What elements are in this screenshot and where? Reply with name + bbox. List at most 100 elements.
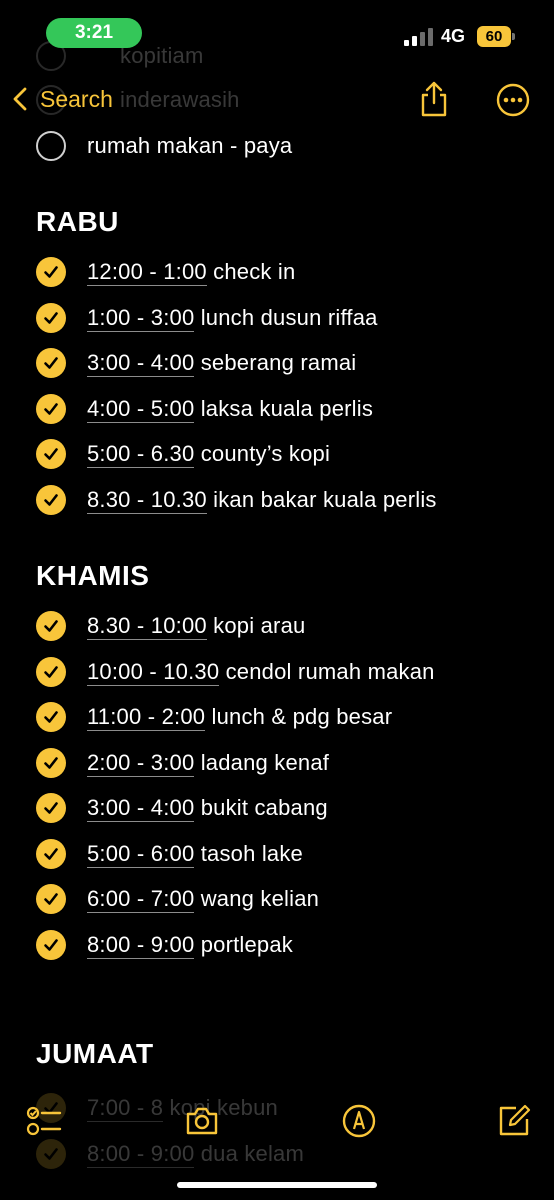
status-bar: 3:21 4G 60 bbox=[0, 0, 554, 64]
list-item[interactable]: 4:00 - 5:00 laksa kuala perlis bbox=[0, 389, 554, 429]
item-description: ladang kenaf bbox=[200, 749, 330, 775]
time-range: 2:00 - 3:00 bbox=[87, 749, 195, 777]
item-text: 11:00 - 2:00 lunch & pdg besar bbox=[87, 704, 392, 731]
item-description: cendol rumah makan bbox=[225, 658, 435, 684]
item-text: 8.30 - 10.30 ikan bakar kuala perlis bbox=[87, 486, 437, 514]
time-range: 4:00 - 5:00 bbox=[87, 395, 195, 423]
time-range: 5:00 - 6.30 bbox=[87, 441, 195, 468]
time-range: 7:00 - 8 bbox=[87, 1095, 164, 1122]
back-button[interactable]: Search bbox=[10, 82, 113, 116]
list-item[interactable]: 8.30 - 10.30 ikan bakar kuala perlis bbox=[0, 480, 554, 520]
checklist-icon[interactable] bbox=[26, 1103, 62, 1139]
time-range: 8.30 - 10:00 bbox=[87, 613, 207, 640]
item-description: wang kelian bbox=[200, 886, 320, 911]
checkbox[interactable] bbox=[36, 838, 66, 869]
checkbox[interactable] bbox=[36, 702, 66, 732]
item-description: bukit cabang bbox=[200, 795, 328, 820]
checkmark-icon bbox=[44, 893, 58, 905]
item-description: ikan bakar kuala perlis bbox=[213, 486, 437, 512]
item-text: 5:00 - 6:00 tasoh lake bbox=[87, 840, 303, 868]
home-indicator[interactable] bbox=[177, 1182, 377, 1188]
time-range: 10:00 - 10.30 bbox=[87, 658, 220, 686]
item-text: 8:00 - 9:00 portlepak bbox=[87, 931, 294, 959]
list-item[interactable]: 8:00 - 9:00 portlepak bbox=[0, 925, 554, 965]
checkbox[interactable] bbox=[36, 747, 66, 778]
section-heading: RABU bbox=[36, 206, 119, 237]
item-description: check in bbox=[213, 259, 296, 284]
compose-icon[interactable] bbox=[496, 1103, 532, 1139]
list-item[interactable]: 3:00 - 4:00 seberang ramai bbox=[0, 343, 554, 383]
checkbox[interactable] bbox=[36, 929, 66, 960]
list-item[interactable]: 3:00 - 4:00 bukit cabang bbox=[0, 788, 554, 828]
list-item[interactable]: 5:00 - 6.30 county’s kopi bbox=[0, 434, 554, 474]
time-range: 12:00 - 1:00 bbox=[87, 259, 207, 286]
checkmark-icon bbox=[44, 266, 58, 278]
checkbox[interactable] bbox=[36, 484, 66, 515]
section-heading: KHAMIS bbox=[36, 560, 150, 591]
share-icon[interactable] bbox=[418, 80, 450, 118]
checkmark-icon bbox=[44, 665, 58, 678]
list-item[interactable]: 11:00 - 2:00 lunch & pdg besar bbox=[0, 697, 554, 737]
checkbox[interactable] bbox=[36, 884, 66, 914]
time-range: 6:00 - 7:00 bbox=[87, 886, 195, 913]
checkbox[interactable] bbox=[36, 439, 66, 469]
item-description: kopi arau bbox=[213, 613, 306, 638]
signal-icon bbox=[404, 28, 434, 46]
time-range: 3:00 - 4:00 bbox=[87, 350, 195, 377]
list-item[interactable]: 12:00 - 1:00 check in bbox=[0, 252, 554, 292]
battery-level: 60 bbox=[485, 28, 503, 45]
checkbox[interactable] bbox=[36, 302, 66, 333]
checkmark-icon bbox=[44, 357, 58, 369]
checkmark-icon bbox=[44, 756, 58, 769]
checkbox[interactable] bbox=[36, 257, 66, 287]
item-text: 8.30 - 10:00 kopi arau bbox=[87, 613, 306, 640]
item-text: 8:00 - 9:00 dua kelam bbox=[87, 1140, 304, 1168]
section-heading: JUMAAT bbox=[36, 1038, 154, 1069]
checkmark-icon bbox=[44, 802, 58, 814]
time-range: 8:00 - 9:00 bbox=[87, 1140, 195, 1168]
checkmark-icon bbox=[44, 938, 58, 951]
item-description: tasoh lake bbox=[200, 840, 303, 866]
list-item[interactable]: 10:00 - 10.30 cendol rumah makan bbox=[0, 652, 554, 692]
checkbox[interactable] bbox=[36, 793, 66, 823]
checkbox[interactable] bbox=[36, 393, 66, 424]
item-text: 1:00 - 3:00 lunch dusun riffaa bbox=[87, 304, 378, 332]
item-text: 7:00 - 8 kopi kebun bbox=[87, 1095, 278, 1122]
item-description: county’s kopi bbox=[200, 441, 331, 466]
item-description: seberang ramai bbox=[200, 350, 357, 375]
item-description: portlepak bbox=[200, 931, 294, 957]
item-description: laksa kuala perlis bbox=[200, 395, 374, 421]
markup-icon[interactable] bbox=[341, 1103, 377, 1139]
list-item[interactable]: 1:00 - 3:00 lunch dusun riffaa bbox=[0, 298, 554, 338]
item-text: inderawasih bbox=[120, 87, 240, 112]
checkbox[interactable] bbox=[36, 131, 66, 161]
checkbox[interactable] bbox=[36, 348, 66, 378]
checkmark-icon bbox=[44, 711, 58, 723]
list-item[interactable]: rumah makan - paya bbox=[0, 126, 554, 166]
battery-icon: 60 bbox=[477, 26, 515, 47]
item-description: lunch dusun riffaa bbox=[200, 304, 378, 330]
camera-icon[interactable] bbox=[184, 1103, 220, 1139]
notes-screen: kopitiam inderawasih rumah makan - paya … bbox=[0, 0, 554, 1200]
clock[interactable]: 3:21 bbox=[46, 18, 142, 48]
item-text: 3:00 - 4:00 seberang ramai bbox=[87, 350, 357, 377]
more-options-icon[interactable] bbox=[496, 83, 530, 117]
list-item[interactable]: 8:00 - 9:00 dua kelam bbox=[0, 1134, 554, 1174]
list-item[interactable]: 8.30 - 10:00 kopi arau bbox=[0, 606, 554, 646]
checkmark-icon bbox=[44, 1147, 58, 1160]
time-range: 1:00 - 3:00 bbox=[87, 304, 195, 332]
list-item[interactable]: 7:00 - 8 kopi kebun bbox=[0, 1088, 554, 1128]
checkbox[interactable] bbox=[36, 611, 66, 641]
checkmark-icon bbox=[44, 402, 58, 415]
checkbox[interactable] bbox=[36, 1138, 66, 1169]
item-text: 3:00 - 4:00 bukit cabang bbox=[87, 795, 328, 822]
checkbox[interactable] bbox=[36, 656, 66, 687]
list-item[interactable]: 2:00 - 3:00 ladang kenaf bbox=[0, 743, 554, 783]
checkmark-icon bbox=[44, 493, 58, 506]
time-range: 8.30 - 10.30 bbox=[87, 486, 207, 514]
time-range: 5:00 - 6:00 bbox=[87, 840, 195, 868]
list-item[interactable]: 6:00 - 7:00 wang kelian bbox=[0, 879, 554, 919]
list-item[interactable]: 5:00 - 6:00 tasoh lake bbox=[0, 834, 554, 874]
checkmark-icon bbox=[44, 620, 58, 632]
network-type: 4G bbox=[441, 26, 466, 46]
